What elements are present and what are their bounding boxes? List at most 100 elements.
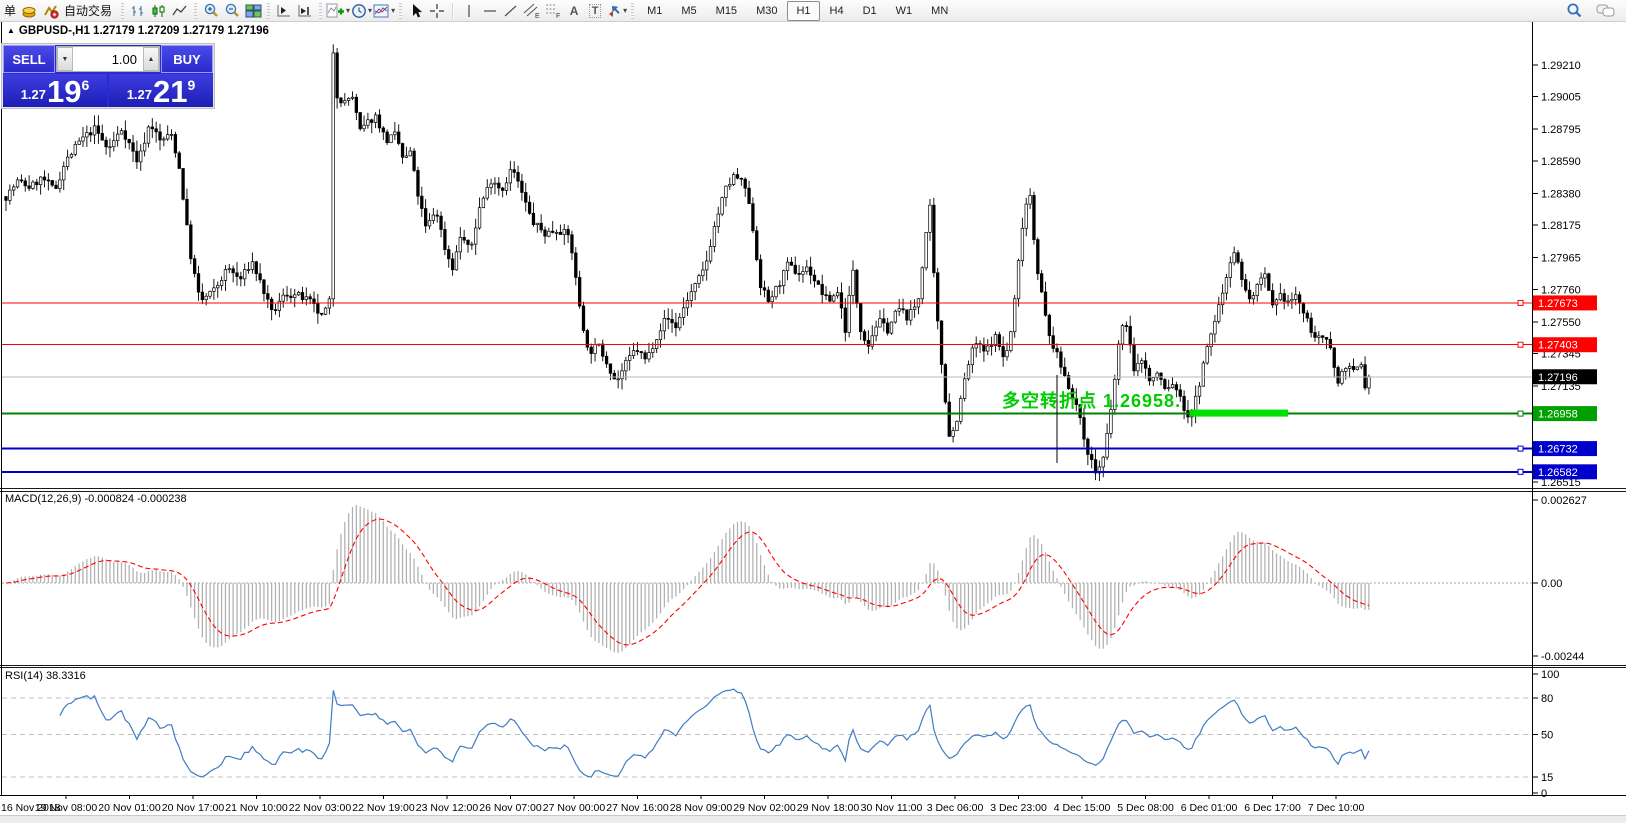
svg-text:20 Nov 01:00: 20 Nov 01:00 (98, 802, 161, 814)
sell-price[interactable]: 1.27 19 6 (3, 74, 107, 107)
svg-text:15: 15 (1541, 772, 1553, 784)
chevron-down-icon: ▾ (623, 6, 627, 15)
chevron-down-icon: ▾ (368, 6, 372, 15)
volume-increase-button[interactable]: ▲ (143, 47, 159, 71)
svg-text:-0.00244: -0.00244 (1541, 651, 1584, 663)
toolbar-separator (452, 3, 454, 19)
svg-text:1.28380: 1.28380 (1541, 188, 1581, 200)
periods-button[interactable]: ▾ (351, 1, 372, 21)
bar-chart-icon[interactable] (128, 1, 148, 21)
svg-text:1.26732: 1.26732 (1538, 444, 1578, 456)
svg-text:7 Dec 10:00: 7 Dec 10:00 (1308, 802, 1365, 814)
zoom-out-icon[interactable] (222, 1, 242, 21)
candlestick-icon[interactable] (149, 1, 169, 21)
toolbar-right-group (1564, 1, 1624, 21)
buy-price[interactable]: 1.27 21 9 (109, 74, 213, 107)
arrows-button[interactable]: ▾ (606, 1, 627, 21)
svg-text:27 Nov 00:00: 27 Nov 00:00 (543, 802, 606, 814)
orders-label[interactable]: 单 (2, 2, 18, 19)
volume-box: ▼ 1.00 ▲ (56, 46, 160, 72)
chart-shift-icon[interactable] (274, 1, 294, 21)
timeframe-m5[interactable]: M5 (672, 1, 705, 21)
new-order-icon[interactable] (19, 1, 39, 21)
volume-value[interactable]: 1.00 (73, 47, 143, 71)
svg-text:22 Nov 03:00: 22 Nov 03:00 (289, 802, 352, 814)
timeframe-mn[interactable]: MN (922, 1, 957, 21)
vertical-line-icon[interactable] (459, 1, 479, 21)
line-chart-icon[interactable] (170, 1, 190, 21)
one-click-trading-panel: SELL ▼ 1.00 ▲ BUY 1.27 19 6 1.27 21 9 (2, 44, 214, 108)
svg-text:0.00: 0.00 (1541, 578, 1562, 590)
svg-text:30 Nov 11:00: 30 Nov 11:00 (861, 802, 923, 814)
chart-title-text: GBPUSD-,H1 1.27179 1.27209 1.27179 1.271… (19, 25, 269, 37)
chart-annotation: 多空转折点 1.26958. (1002, 387, 1181, 413)
toolbar-grip (631, 3, 634, 19)
indicators-button[interactable]: ▾ (326, 1, 350, 21)
text-label-icon[interactable]: T (585, 1, 605, 21)
fibonacci-icon[interactable]: F (543, 1, 563, 21)
macd-label: MACD(12,26,9) -0.000824 -0.000238 (5, 493, 187, 505)
trendline-icon[interactable] (501, 1, 521, 21)
svg-text:20 Nov 17:00: 20 Nov 17:00 (162, 802, 225, 814)
timeframe-m15[interactable]: M15 (707, 1, 746, 21)
buy-price-sup: 9 (188, 77, 196, 93)
timeframe-w1[interactable]: W1 (887, 1, 922, 21)
svg-text:3 Dec 23:00: 3 Dec 23:00 (990, 802, 1047, 814)
svg-text:3 Dec 06:00: 3 Dec 06:00 (927, 802, 984, 814)
svg-text:1.26582: 1.26582 (1538, 467, 1578, 479)
timeframe-m30[interactable]: M30 (747, 1, 786, 21)
rsi-label: RSI(14) 38.3316 (5, 670, 86, 682)
auto-scroll-icon[interactable] (295, 1, 315, 21)
mt4-window: 单 自动交易 (0, 0, 1626, 823)
equidistant-channel-icon[interactable]: E (522, 1, 542, 21)
svg-text:5 Dec 08:00: 5 Dec 08:00 (1117, 802, 1174, 814)
cursor-icon[interactable] (406, 1, 426, 21)
chart-title: ▲ GBPUSD-,H1 1.27179 1.27209 1.27179 1.27… (7, 25, 269, 37)
collapse-triangle-icon[interactable]: ▲ (7, 26, 15, 35)
text-icon[interactable]: A (564, 1, 584, 21)
svg-text:1.28795: 1.28795 (1541, 124, 1581, 136)
svg-text:1.26958: 1.26958 (1538, 409, 1578, 421)
svg-text:29 Nov 18:00: 29 Nov 18:00 (797, 802, 860, 814)
horizontal-line-icon[interactable] (480, 1, 500, 21)
svg-text:1.28590: 1.28590 (1541, 156, 1581, 168)
chevron-down-icon: ▾ (391, 6, 395, 15)
svg-text:80: 80 (1541, 693, 1553, 705)
svg-text:22 Nov 19:00: 22 Nov 19:00 (352, 802, 415, 814)
tile-windows-icon[interactable] (243, 1, 263, 21)
buy-button[interactable]: BUY (161, 45, 213, 73)
svg-text:4 Dec 15:00: 4 Dec 15:00 (1054, 802, 1111, 814)
buy-price-big: 21 (153, 78, 187, 106)
toolbar-grip (319, 3, 322, 19)
svg-text:E: E (535, 13, 540, 19)
timeframe-h4[interactable]: H4 (821, 1, 853, 21)
timeframe-d1[interactable]: D1 (854, 1, 886, 21)
chevron-down-icon: ▾ (346, 6, 350, 15)
chat-icon[interactable] (1596, 1, 1616, 21)
volume-decrease-button[interactable]: ▼ (57, 47, 73, 71)
order-panel-price-row: 1.27 19 6 1.27 21 9 (3, 73, 213, 107)
svg-text:1.27196: 1.27196 (1538, 372, 1578, 384)
toolbar-grip (267, 3, 270, 19)
svg-text:23 Nov 12:00: 23 Nov 12:00 (416, 802, 479, 814)
templates-button[interactable]: ▾ (373, 1, 395, 21)
autotrading-button[interactable]: 自动交易 (40, 1, 117, 21)
svg-text:1.27965: 1.27965 (1541, 253, 1581, 265)
sell-price-big: 19 (47, 78, 81, 106)
search-icon[interactable] (1564, 1, 1584, 21)
timeframe-h1[interactable]: H1 (787, 1, 819, 21)
zoom-in-icon[interactable] (201, 1, 221, 21)
autotrading-label: 自动交易 (62, 2, 114, 19)
svg-text:26 Nov 07:00: 26 Nov 07:00 (479, 802, 542, 814)
svg-text:28 Nov 09:00: 28 Nov 09:00 (670, 802, 733, 814)
svg-text:1.28175: 1.28175 (1541, 220, 1581, 232)
sell-price-sup: 6 (82, 77, 90, 93)
timeframe-m1[interactable]: M1 (638, 1, 671, 21)
svg-text:21 Nov 10:00: 21 Nov 10:00 (225, 802, 288, 814)
sell-button[interactable]: SELL (3, 45, 55, 73)
chart-canvas[interactable]: 1.292101.290051.287951.285901.283801.281… (0, 22, 1626, 823)
svg-text:1.29005: 1.29005 (1541, 92, 1581, 104)
window-footer (0, 815, 1626, 823)
toolbar-grip (194, 3, 197, 19)
crosshair-icon[interactable] (427, 1, 447, 21)
